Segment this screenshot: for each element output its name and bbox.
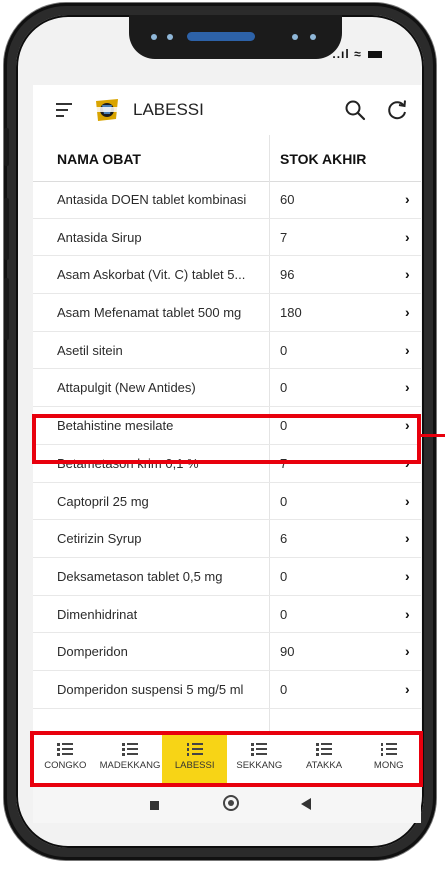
chevron-right-icon[interactable]: › (405, 266, 410, 282)
camera-dot (310, 34, 316, 40)
nav-highlight-box (30, 731, 423, 787)
table-row[interactable]: Captopril 25 mg 0 › (33, 483, 421, 521)
stock-value: 0 (280, 606, 288, 622)
stock-value: 0 (280, 681, 288, 697)
recent-apps-icon[interactable] (150, 801, 159, 810)
table-row[interactable]: Antasida Sirup 7 › (33, 219, 421, 257)
chevron-right-icon[interactable]: › (405, 342, 410, 358)
table-header: NAMA OBAT STOK AKHIR (33, 135, 421, 182)
table-row[interactable]: Attapulgit (New Antides) 0 › (33, 369, 421, 408)
phone-notch (129, 15, 342, 59)
medicine-name: Antasida DOEN tablet kombinasi (57, 192, 247, 207)
medicine-name: Asam Askorbat (Vit. C) tablet 5... (57, 267, 246, 283)
chevron-right-icon[interactable]: › (405, 681, 410, 697)
stock-value: 60 (280, 192, 295, 207)
stock-value: 0 (280, 380, 288, 396)
volume-up-button (4, 198, 9, 260)
app-logo (95, 99, 119, 121)
medicine-name: Asetil sitein (57, 342, 123, 358)
stock-value: 180 (280, 305, 302, 321)
column-header-nama-obat: NAMA OBAT (57, 151, 141, 167)
app-title: LABESSI (133, 100, 204, 119)
speaker-grille (187, 32, 255, 41)
sensor-dot (167, 34, 173, 40)
chevron-right-icon[interactable]: › (405, 530, 410, 546)
table-row[interactable]: Asam Askorbat (Vit. C) tablet 5... 96 › (33, 256, 421, 295)
chevron-right-icon[interactable]: › (405, 606, 410, 622)
table-row[interactable]: Domperidon suspensi 5 mg/5 ml 0 › (33, 671, 421, 709)
table-row[interactable]: Dimenhidrinat 0 › (33, 596, 421, 634)
table-row[interactable]: Asam Mefenamat tablet 500 mg 180 › (33, 294, 421, 332)
table-row[interactable]: Asetil sitein 0 › (33, 332, 421, 370)
menu-icon[interactable] (56, 103, 72, 117)
chevron-right-icon[interactable]: › (405, 304, 410, 320)
medicine-name: Captopril 25 mg (57, 493, 149, 509)
stock-value: 0 (280, 342, 288, 358)
chevron-right-icon[interactable]: › (405, 191, 410, 207)
stock-value: 96 (280, 267, 295, 283)
medicine-name: Asam Mefenamat tablet 500 mg (57, 305, 242, 321)
highlight-pointer-line (421, 434, 445, 437)
chevron-right-icon[interactable]: › (405, 568, 410, 584)
sensor-dot (292, 34, 298, 40)
chevron-right-icon[interactable]: › (405, 229, 410, 245)
stock-value: 6 (280, 531, 288, 547)
table-row[interactable]: Deksametason tablet 0,5 mg 0 › (33, 558, 421, 596)
sensor-dot (151, 34, 157, 40)
app-bar: LABESSI (33, 85, 421, 135)
column-header-stok-akhir: STOK AKHIR (280, 151, 367, 167)
table-row[interactable]: Domperidon 90 › (33, 633, 421, 671)
home-icon[interactable] (223, 795, 239, 811)
chevron-right-icon[interactable]: › (405, 379, 410, 395)
signal-icon: ..ıl (332, 47, 350, 61)
medicine-name: Domperidon (57, 644, 128, 660)
medicine-name: Domperidon suspensi 5 mg/5 ml (57, 681, 244, 697)
table-row[interactable]: Cetirizin Syrup 6 › (33, 520, 421, 558)
chevron-right-icon[interactable]: › (405, 493, 410, 509)
search-icon[interactable] (344, 99, 366, 121)
medicine-name: Dimenhidrinat (57, 606, 138, 622)
chevron-right-icon[interactable]: › (405, 643, 410, 659)
medicine-name: Attapulgit (New Antides) (57, 380, 196, 396)
table-row[interactable]: Antasida DOEN tablet kombinasi 60 › (33, 181, 421, 219)
medicine-name: Deksametason tablet 0,5 mg (57, 568, 223, 584)
battery-icon (368, 51, 382, 59)
medicine-name: Antasida Sirup (57, 229, 142, 245)
mute-switch (4, 128, 9, 166)
stock-value: 0 (280, 493, 288, 509)
status-icons: ..ıl ≈ (332, 47, 382, 61)
stock-value: 90 (280, 644, 295, 660)
wifi-icon: ≈ (354, 47, 362, 61)
volume-down-button (4, 278, 9, 340)
row-highlight-box (32, 414, 421, 464)
back-icon[interactable] (301, 798, 311, 810)
system-navigation-bar (33, 787, 421, 823)
stock-value: 0 (280, 568, 288, 584)
stock-value: 7 (280, 229, 288, 245)
refresh-icon[interactable] (385, 98, 409, 122)
medicine-name: Cetirizin Syrup (57, 531, 142, 547)
